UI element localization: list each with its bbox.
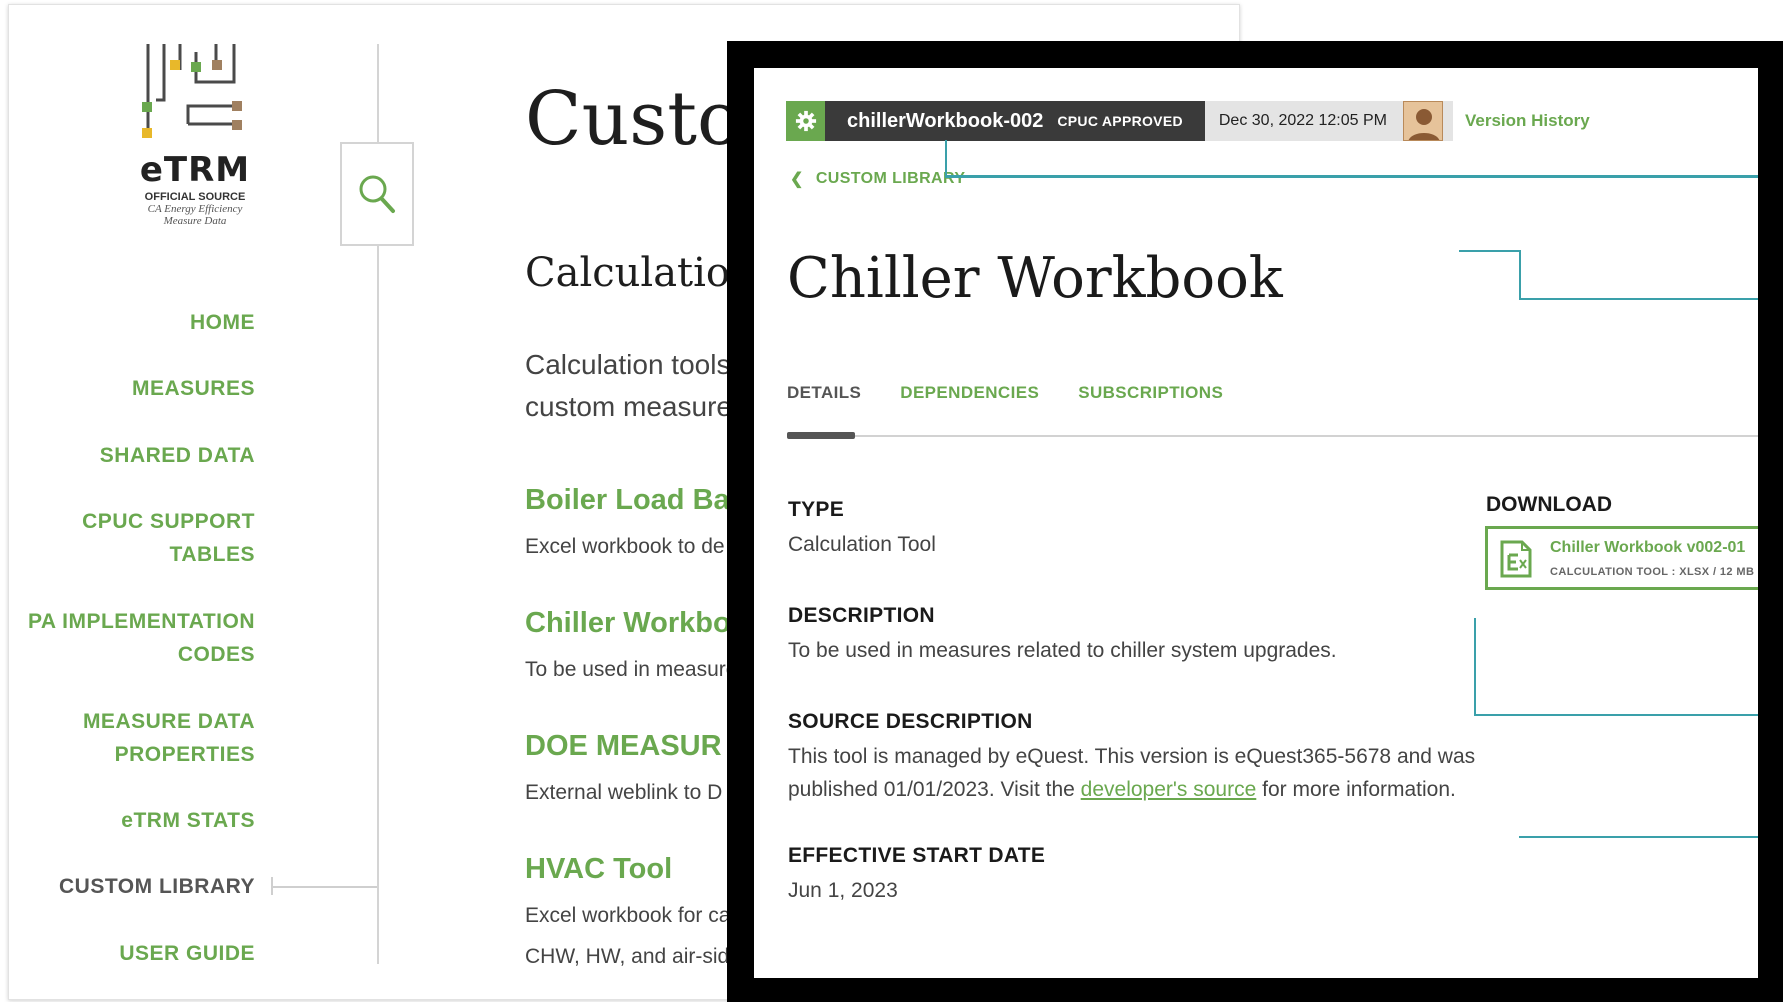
sidebar-item-cpuc-support-tables[interactable]: CPUC SUPPORT TABLES [82,505,255,571]
page-title: Chiller Workbook [787,246,1283,311]
sidebar-item-pa-implementation-codes[interactable]: PA IMPLEMENTATION CODES [28,605,255,671]
sidebar-item-label: PA IMPLEMENTATION [27,610,255,633]
sidebar-item-user-guide[interactable]: USER GUIDE [119,937,255,970]
current-indicator-line [273,886,377,888]
sidebar-item-measure-data-properties[interactable]: MEASURE DATA PROPERTIES [83,705,255,771]
effective-start-date-value: Jun 1, 2023 [788,879,898,902]
tool-desc-boiler: Excel workbook to de [525,535,725,558]
decor-line [945,175,1758,178]
chevron-left-icon: ❮ [790,171,804,188]
record-name-section: chillerWorkbook-002 CPUC APPROVED [825,101,1205,141]
tool-link-boiler[interactable]: Boiler Load Ba [525,484,730,517]
sidebar-item-shared-data[interactable]: SHARED DATA [100,439,255,472]
record-date-section: Dec 30, 2022 12:05 PM [1204,101,1453,141]
download-file-name: Chiller Workbook v002-01 [1550,539,1746,556]
breadcrumb-label: CUSTOM LIBRARY [815,170,966,187]
source-line-1: This tool is managed by eQuest. This ver… [788,745,1476,768]
status-badge: CPUC APPROVED [1057,113,1183,129]
sidebar-item-custom-library[interactable]: CUSTOM LIBRARY [59,870,255,903]
tool-link-hvac[interactable]: HVAC Tool [525,853,672,886]
search-icon [359,175,395,213]
background-intro: Calculation tools custom measures [525,344,746,428]
tool-desc-chiller: To be used in measure [525,658,738,681]
decor-line [945,140,947,177]
gear-icon [795,110,816,132]
source-text: published 01/01/2023. Visit the [788,778,1081,801]
spreadsheet-file-icon [1500,540,1532,578]
sidebar-item-label: eTRM STATS [121,809,255,832]
tool-link-doe[interactable]: DOE MEASUR [525,730,722,763]
tool-link-chiller[interactable]: Chiller Workbo [525,607,731,640]
download-label: DOWNLOAD [1486,493,1612,516]
sidebar-item-label: HOME [190,311,255,334]
record-date: Dec 30, 2022 12:05 PM [1218,112,1387,129]
background-intro-line: custom measures [525,391,746,422]
sidebar-item-label: MEASURES [131,377,255,400]
background-section-title: Calculation [525,250,756,296]
version-history-link[interactable]: Version History [1465,111,1590,131]
tab-details[interactable]: DETAILS [787,383,861,403]
description-label: DESCRIPTION [788,604,935,627]
sidebar-item-home[interactable]: HOME [190,306,255,339]
tool-desc-hvac-line-2: CHW, HW, and air-side [525,945,741,968]
tab-dependencies[interactable]: DEPENDENCIES [900,383,1039,403]
description-value: To be used in measures related to chille… [788,639,1337,662]
source-description-value: This tool is managed by eQuest. This ver… [788,740,1475,806]
decor-line [1519,836,1758,838]
source-text: for more information. [1256,778,1456,801]
settings-button[interactable] [786,101,825,141]
sidebar-item-label: USER GUIDE [119,942,255,965]
type-label: TYPE [788,498,845,521]
sidebar-item-label: CODES [177,643,255,666]
search-button[interactable] [340,142,414,246]
effective-start-date-label: EFFECTIVE START DATE [788,844,1046,867]
tab-divider [787,435,1758,437]
download-file-button[interactable]: Chiller Workbook v002-01 CALCULATION TOO… [1485,526,1758,590]
detail-window: chillerWorkbook-002 CPUC APPROVED Dec 30… [754,68,1758,978]
sidebar-item-etrm-stats[interactable]: eTRM STATS [121,804,255,837]
background-intro-line: Calculation tools [525,349,731,380]
download-file-meta: CALCULATION TOOL : XLSX / 12 MB [1550,566,1755,578]
tool-desc-doe: External weblink to D [525,781,723,804]
tool-desc-hvac: Excel workbook for ca [525,904,731,927]
tab-bar: DETAILS DEPENDENCIES SUBSCRIPTIONS [787,383,1262,403]
decor-line [1519,298,1758,300]
sidebar-item-label: TABLES [169,543,255,566]
sidebar-item-measures[interactable]: MEASURES [132,372,255,405]
type-value: Calculation Tool [788,533,936,556]
sidebar-item-label: SHARED DATA [99,444,255,467]
source-description-label: SOURCE DESCRIPTION [788,710,1033,733]
sidebar-item-label: MEASURE DATA [82,710,255,733]
record-id: chillerWorkbook-002 [847,109,1044,132]
avatar[interactable] [1402,101,1443,141]
active-tab-indicator [787,432,855,439]
sidebar-item-label: CPUC SUPPORT [82,510,255,533]
sidebar-nav: HOME MEASURES SHARED DATA CPUC SUPPORT T… [0,0,255,1002]
developer-source-link[interactable]: developer's source [1081,778,1257,801]
breadcrumb[interactable]: ❮ CUSTOM LIBRARY [790,169,965,189]
decor-line [1519,250,1521,300]
tab-subscriptions[interactable]: SUBSCRIPTIONS [1078,383,1223,403]
record-header-bar: chillerWorkbook-002 CPUC APPROVED Dec 30… [786,101,1453,141]
decor-line [1474,618,1476,716]
decor-line [1459,250,1521,252]
sidebar-item-label: CUSTOM LIBRARY [59,875,255,898]
decor-line [1474,714,1758,716]
user-icon [1408,109,1440,140]
source-line-2: published 01/01/2023. Visit the develope… [788,773,1475,806]
sidebar-item-label: PROPERTIES [114,743,255,766]
